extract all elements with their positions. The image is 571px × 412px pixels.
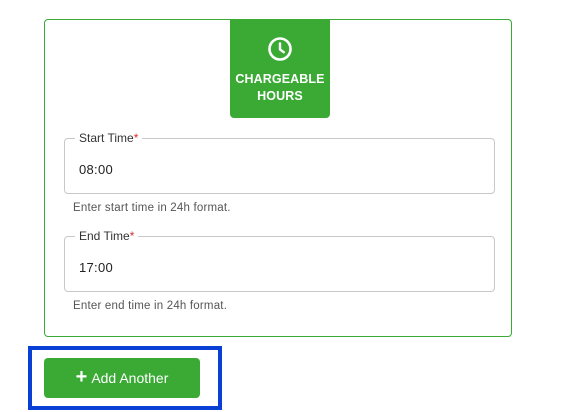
add-another-label: Add Another bbox=[91, 370, 169, 386]
end-time-value[interactable]: 17:00 bbox=[79, 260, 113, 275]
end-time-field[interactable]: End Time* 17:00 bbox=[64, 229, 495, 292]
badge-label: CHARGEABLE HOURS bbox=[235, 72, 325, 103]
start-time-field[interactable]: Start Time* 08:00 bbox=[64, 131, 495, 194]
clock-icon bbox=[268, 37, 292, 61]
plus-icon: + bbox=[75, 366, 88, 388]
required-marker: * bbox=[133, 131, 139, 145]
end-time-hint: Enter end time in 24h format. bbox=[73, 300, 228, 312]
chargeable-hours-card: CHARGEABLE HOURS Start Time* 08:00 Enter… bbox=[44, 19, 512, 337]
start-time-hint: Enter start time in 24h format. bbox=[73, 202, 231, 214]
start-time-label: Start Time* bbox=[75, 131, 143, 146]
start-time-value[interactable]: 08:00 bbox=[79, 162, 113, 177]
required-marker: * bbox=[129, 229, 135, 243]
end-time-label: End Time* bbox=[75, 229, 139, 244]
add-another-button[interactable]: + Add Another bbox=[44, 358, 200, 398]
chargeable-hours-badge: CHARGEABLE HOURS bbox=[230, 19, 330, 118]
